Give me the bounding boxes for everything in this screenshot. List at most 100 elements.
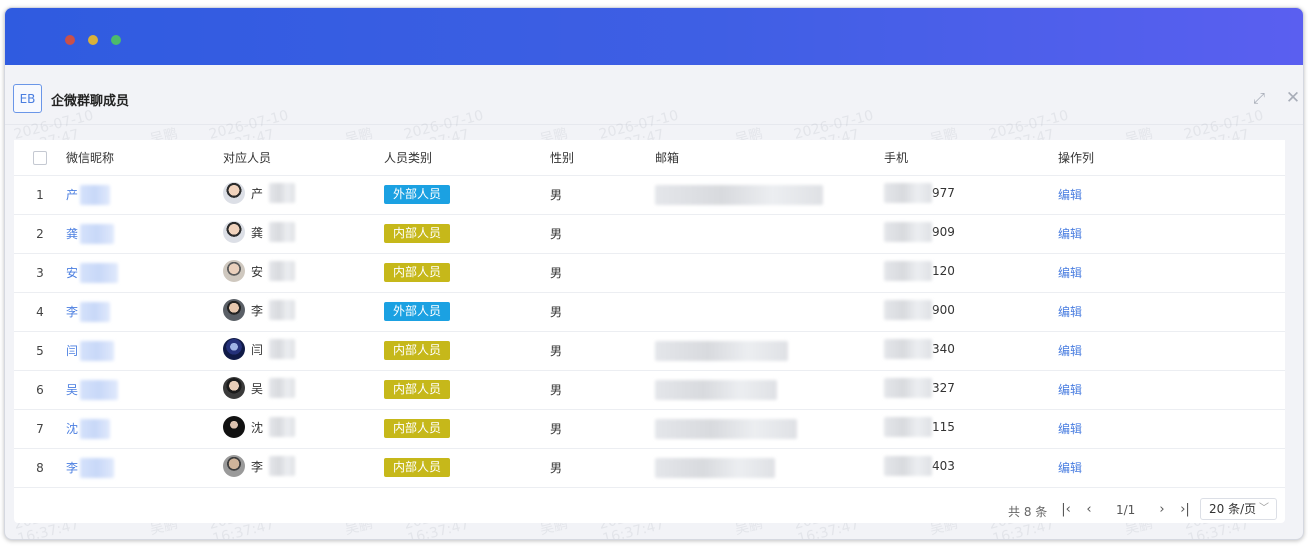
table-row: 7 沈 沈 内部人员 男 115 编辑 <box>14 409 1285 449</box>
wechat-nickname[interactable]: 闫 <box>66 340 115 361</box>
avatar <box>223 182 245 204</box>
phone-cell: 909 <box>884 222 955 242</box>
avatar <box>223 221 245 243</box>
table-row: 5 闫 闫 内部人员 男 340 编辑 <box>14 331 1285 371</box>
table-row: 3 安 安 内部人员 男 120 编辑 <box>14 253 1285 293</box>
member-person[interactable]: 闫 <box>223 338 296 360</box>
eb-logo-badge: EB <box>13 84 42 113</box>
member-person[interactable]: 产 <box>223 182 296 204</box>
member-person[interactable]: 李 <box>223 455 296 477</box>
member-category-badge: 内部人员 <box>384 263 451 282</box>
phone-cell: 977 <box>884 183 955 203</box>
phone-cell: 403 <box>884 456 955 476</box>
column-header-person[interactable]: 对应人员 <box>223 140 384 176</box>
gender-cell: 男 <box>550 175 655 215</box>
edit-link[interactable]: 编辑 <box>1058 344 1082 358</box>
column-header-email[interactable]: 邮箱 <box>655 140 884 176</box>
table-header-row: 微信昵称 对应人员 人员类别 性别 邮箱 手机 操作列 <box>14 140 1285 176</box>
avatar <box>223 299 245 321</box>
members-table: 微信昵称 对应人员 人员类别 性别 邮箱 手机 操作列 1 产 产 外部人员 男… <box>14 140 1285 488</box>
table-row: 8 李 李 内部人员 男 403 编辑 <box>14 448 1285 488</box>
phone-cell: 115 <box>884 417 955 437</box>
member-category-badge: 内部人员 <box>384 224 451 243</box>
edit-link[interactable]: 编辑 <box>1058 422 1082 436</box>
email-cell <box>655 175 884 215</box>
row-index: 2 <box>14 214 66 254</box>
close-window-dot[interactable] <box>65 35 75 45</box>
member-category-badge: 外部人员 <box>384 185 451 204</box>
wechat-nickname[interactable]: 沈 <box>66 418 111 439</box>
row-index: 4 <box>14 292 66 332</box>
gender-cell: 男 <box>550 331 655 371</box>
member-category-badge: 内部人员 <box>384 419 451 438</box>
maximize-window-dot[interactable] <box>111 35 121 45</box>
window-titlebar <box>5 8 1303 65</box>
gender-cell: 男 <box>550 409 655 449</box>
member-person[interactable]: 吴 <box>223 377 296 399</box>
email-cell <box>655 448 884 488</box>
wechat-nickname[interactable]: 龚 <box>66 223 115 244</box>
member-category-badge: 内部人员 <box>384 341 451 360</box>
phone-cell: 340 <box>884 339 955 359</box>
edit-link[interactable]: 编辑 <box>1058 305 1082 319</box>
member-person[interactable]: 李 <box>223 299 296 321</box>
dialog-title: 企微群聊成员 <box>51 94 130 109</box>
wechat-nickname[interactable]: 安 <box>66 262 119 283</box>
row-index: 1 <box>14 175 66 215</box>
row-index: 6 <box>14 370 66 410</box>
wechat-nickname[interactable]: 产 <box>66 184 111 205</box>
row-index: 7 <box>14 409 66 449</box>
select-all-checkbox[interactable] <box>33 150 47 165</box>
avatar <box>223 455 245 477</box>
page-size-value: 20 条/页 <box>1209 502 1257 516</box>
gender-cell: 男 <box>550 448 655 488</box>
row-index: 8 <box>14 448 66 488</box>
chevron-down-icon: ﹀ <box>1259 503 1269 514</box>
member-person[interactable]: 龚 <box>223 221 296 243</box>
email-cell <box>655 331 884 371</box>
edit-link[interactable]: 编辑 <box>1058 227 1082 241</box>
column-header-category[interactable]: 人员类别 <box>384 140 550 176</box>
next-page-icon[interactable]: › <box>1154 500 1170 518</box>
wechat-nickname[interactable]: 李 <box>66 301 111 322</box>
close-icon[interactable]: ✕ <box>1283 88 1303 108</box>
prev-page-icon[interactable]: ‹ <box>1081 500 1097 518</box>
member-category-badge: 内部人员 <box>384 380 451 399</box>
row-index: 3 <box>14 253 66 293</box>
page-size-select[interactable]: 20 条/页 ﹀ <box>1200 498 1277 520</box>
wechat-nickname[interactable]: 吴 <box>66 379 119 400</box>
column-header-nick[interactable]: 微信昵称 <box>66 140 223 176</box>
avatar <box>223 416 245 438</box>
column-header-gender[interactable]: 性别 <box>550 140 655 176</box>
table-row: 6 吴 吴 内部人员 男 327 编辑 <box>14 370 1285 410</box>
email-cell <box>655 370 884 410</box>
app-window: EB 企微群聊成员 ⤢ ✕ 2026-07-1016:37:47吴鹏2026-0… <box>4 7 1304 540</box>
avatar <box>223 260 245 282</box>
email-cell <box>655 214 884 254</box>
member-category-badge: 外部人员 <box>384 302 451 321</box>
pagination-page: 1/1 <box>1116 503 1136 517</box>
column-header-actions: 操作列 <box>1058 140 1285 176</box>
email-cell <box>655 409 884 449</box>
table-row: 2 龚 龚 内部人员 男 909 编辑 <box>14 214 1285 254</box>
edit-link[interactable]: 编辑 <box>1058 266 1082 280</box>
edit-link[interactable]: 编辑 <box>1058 188 1082 202</box>
gender-cell: 男 <box>550 253 655 293</box>
minimize-window-dot[interactable] <box>88 35 98 45</box>
wechat-nickname[interactable]: 李 <box>66 457 115 478</box>
gender-cell: 男 <box>550 370 655 410</box>
member-person[interactable]: 安 <box>223 260 296 282</box>
expand-icon[interactable]: ⤢ <box>1249 88 1269 108</box>
dialog-header: EB 企微群聊成员 ⤢ ✕ <box>5 65 1303 125</box>
edit-link[interactable]: 编辑 <box>1058 461 1082 475</box>
pagination: 共 8 条 |‹ ‹ 1/1 › ›| 20 条/页 ﹀ <box>14 497 1285 523</box>
column-header-phone[interactable]: 手机 <box>884 140 1058 176</box>
edit-link[interactable]: 编辑 <box>1058 383 1082 397</box>
phone-cell: 327 <box>884 378 955 398</box>
pagination-total: 共 8 条 <box>1008 505 1048 519</box>
last-page-icon[interactable]: ›| <box>1177 500 1193 518</box>
member-category-badge: 内部人员 <box>384 458 451 477</box>
first-page-icon[interactable]: |‹ <box>1058 500 1074 518</box>
member-person[interactable]: 沈 <box>223 416 296 438</box>
gender-cell: 男 <box>550 292 655 332</box>
